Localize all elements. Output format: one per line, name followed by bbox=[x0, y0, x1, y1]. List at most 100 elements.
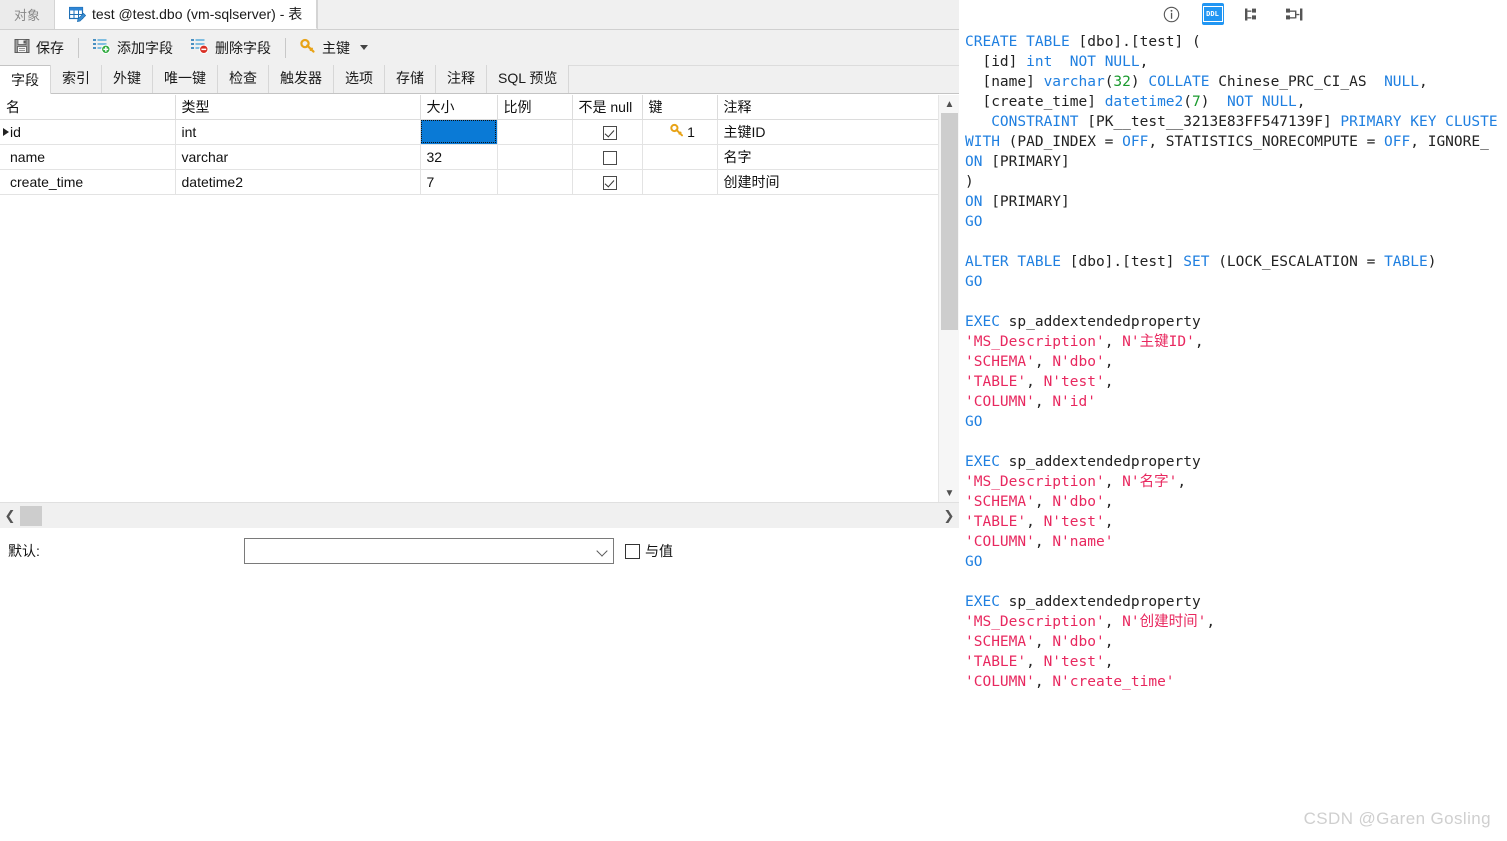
field-name-text: id bbox=[10, 123, 21, 140]
default-value-combobox[interactable] bbox=[244, 538, 614, 564]
cell-comment[interactable]: 主键ID bbox=[717, 119, 940, 145]
with-value-checkbox[interactable] bbox=[625, 543, 640, 559]
column-header-2[interactable]: 大小 bbox=[420, 95, 498, 120]
field-name-text: create_time bbox=[10, 173, 84, 190]
chevron-down-icon[interactable] bbox=[360, 45, 368, 50]
sql-token: ALTER TABLE bbox=[965, 254, 1070, 270]
field-name-text: name bbox=[10, 148, 46, 165]
cell-field-scale[interactable] bbox=[497, 169, 573, 195]
structure-icon[interactable] bbox=[1243, 3, 1265, 25]
info-icon[interactable] bbox=[1161, 3, 1183, 25]
cell-key[interactable]: 1 bbox=[642, 119, 718, 145]
sql-token: , bbox=[1419, 74, 1428, 90]
relations-icon[interactable] bbox=[1284, 3, 1306, 25]
column-header-3[interactable]: 比例 bbox=[497, 95, 573, 120]
table-row[interactable]: name varchar 32 名字 bbox=[0, 144, 940, 170]
fields-table: 名 类型 大小 比例 不是 null 键 注释 id int 1 主键ID name varchar 3… bbox=[0, 95, 940, 195]
grid-horizontal-scrollbar[interactable]: ❮ ❯ bbox=[0, 502, 959, 528]
column-header-0[interactable]: 名 bbox=[0, 95, 176, 120]
primary-key-button[interactable]: 主键 bbox=[291, 34, 377, 62]
cell-field-size[interactable] bbox=[420, 119, 498, 145]
designer-tab-6[interactable]: 选项 bbox=[333, 65, 385, 93]
not-null-checkbox[interactable] bbox=[603, 125, 617, 140]
column-header-1[interactable]: 类型 bbox=[175, 95, 421, 120]
designer-tab-4[interactable]: 检查 bbox=[217, 65, 269, 93]
scroll-left-icon[interactable]: ❮ bbox=[0, 503, 20, 529]
default-value-row: 默认: 与值 bbox=[0, 528, 959, 574]
column-header-label: 比例 bbox=[503, 98, 532, 115]
fields-grid[interactable]: 名 类型 大小 比例 不是 null 键 注释 id int 1 主键ID name varchar 3… bbox=[0, 95, 959, 502]
cell-comment[interactable]: 名字 bbox=[717, 144, 940, 170]
designer-tab-9[interactable]: SQL 预览 bbox=[486, 65, 570, 93]
window-tab-empty-area bbox=[317, 0, 959, 29]
table-row[interactable]: create_time datetime2 7 创建时间 bbox=[0, 169, 940, 195]
scroll-down-icon[interactable]: ▼ bbox=[939, 484, 960, 502]
cell-key[interactable] bbox=[642, 169, 718, 195]
cell-comment[interactable]: 创建时间 bbox=[717, 169, 940, 195]
row-marker bbox=[0, 127, 10, 136]
cell-not-null[interactable] bbox=[572, 169, 643, 195]
window-tab-table[interactable]: test @test.dbo (vm-sqlserver) - 表 bbox=[55, 0, 318, 29]
cell-field-type[interactable]: varchar bbox=[175, 144, 421, 170]
designer-tab-0[interactable]: 字段 bbox=[0, 65, 51, 94]
cell-field-size[interactable]: 7 bbox=[420, 169, 498, 195]
cell-field-name[interactable]: name bbox=[0, 144, 176, 170]
cell-not-null[interactable] bbox=[572, 144, 643, 170]
column-header-5[interactable]: 键 bbox=[642, 95, 718, 120]
designer-tab-5[interactable]: 触发器 bbox=[268, 65, 334, 93]
sql-token: 'TABLE' bbox=[965, 374, 1027, 390]
designer-tab-8[interactable]: 注释 bbox=[435, 65, 487, 93]
cell-field-type[interactable]: datetime2 bbox=[175, 169, 421, 195]
grid-vertical-scrollbar[interactable]: ▲ ▼ bbox=[938, 95, 959, 502]
cell-field-name[interactable]: id bbox=[0, 119, 176, 145]
sql-token: N'test' bbox=[1043, 374, 1105, 390]
sql-token: , bbox=[1194, 334, 1204, 350]
column-header-label: 注释 bbox=[723, 98, 752, 115]
sql-token: , bbox=[1104, 474, 1123, 490]
sql-token: , bbox=[1177, 474, 1187, 490]
cell-field-size[interactable]: 32 bbox=[420, 144, 498, 170]
sql-token: [id] bbox=[965, 54, 1027, 70]
not-null-checkbox[interactable] bbox=[603, 150, 617, 165]
sql-token: , bbox=[1034, 394, 1053, 410]
sql-token: SET bbox=[1183, 254, 1210, 270]
designer-tab-2[interactable]: 外键 bbox=[101, 65, 153, 93]
sql-token: , bbox=[1206, 614, 1216, 630]
delete-field-button[interactable]: 删除字段 bbox=[182, 34, 280, 62]
ddl-icon[interactable]: DDL bbox=[1201, 3, 1224, 25]
designer-tab-1[interactable]: 索引 bbox=[50, 65, 102, 93]
scroll-up-icon[interactable]: ▲ bbox=[939, 95, 960, 113]
designer-tab-bar: 字段 索引 外键 唯一键 检查 触发器 选项 存储 注释 SQL 预览 bbox=[0, 65, 959, 94]
sql-code-block[interactable]: CREATE TABLE [dbo].[test] ( [id] int NOT… bbox=[965, 32, 1507, 692]
cell-field-scale[interactable] bbox=[497, 144, 573, 170]
cell-not-null[interactable] bbox=[572, 119, 643, 145]
table-row[interactable]: id int 1 主键ID bbox=[0, 119, 940, 145]
save-button[interactable]: 保存 bbox=[5, 34, 73, 62]
window-tab-objects[interactable]: 对象 bbox=[0, 0, 56, 29]
column-header-6[interactable]: 注释 bbox=[717, 95, 940, 120]
column-header-4[interactable]: 不是 null bbox=[572, 95, 643, 120]
sql-token: (PAD_INDEX = bbox=[999, 134, 1123, 150]
with-value-group[interactable]: 与值 bbox=[625, 541, 673, 561]
cell-field-name[interactable]: create_time bbox=[0, 169, 176, 195]
designer-tab-7[interactable]: 存储 bbox=[384, 65, 436, 93]
sql-token: ) bbox=[1130, 74, 1149, 90]
scroll-right-icon[interactable]: ❯ bbox=[939, 503, 959, 529]
sql-token: N'创建时间' bbox=[1122, 614, 1207, 630]
sql-token: , bbox=[1026, 514, 1044, 530]
sql-token: , bbox=[1026, 374, 1044, 390]
cell-field-type[interactable]: int bbox=[175, 119, 421, 145]
chevron-down-icon[interactable] bbox=[596, 545, 608, 557]
sql-token: ) bbox=[1427, 254, 1437, 270]
cell-field-scale[interactable] bbox=[497, 119, 573, 145]
designer-tab-3[interactable]: 唯一键 bbox=[152, 65, 218, 93]
not-null-checkbox[interactable] bbox=[603, 175, 617, 190]
horizontal-scroll-thumb[interactable] bbox=[20, 506, 42, 526]
sql-token: , bbox=[1026, 654, 1044, 670]
sql-token: (LOCK_ESCALATION = bbox=[1209, 254, 1385, 270]
sql-token: 'MS_Description' bbox=[965, 334, 1105, 350]
add-field-button[interactable]: 添加字段 bbox=[84, 34, 182, 62]
vertical-scroll-thumb[interactable] bbox=[941, 113, 958, 330]
cell-key[interactable] bbox=[642, 144, 718, 170]
